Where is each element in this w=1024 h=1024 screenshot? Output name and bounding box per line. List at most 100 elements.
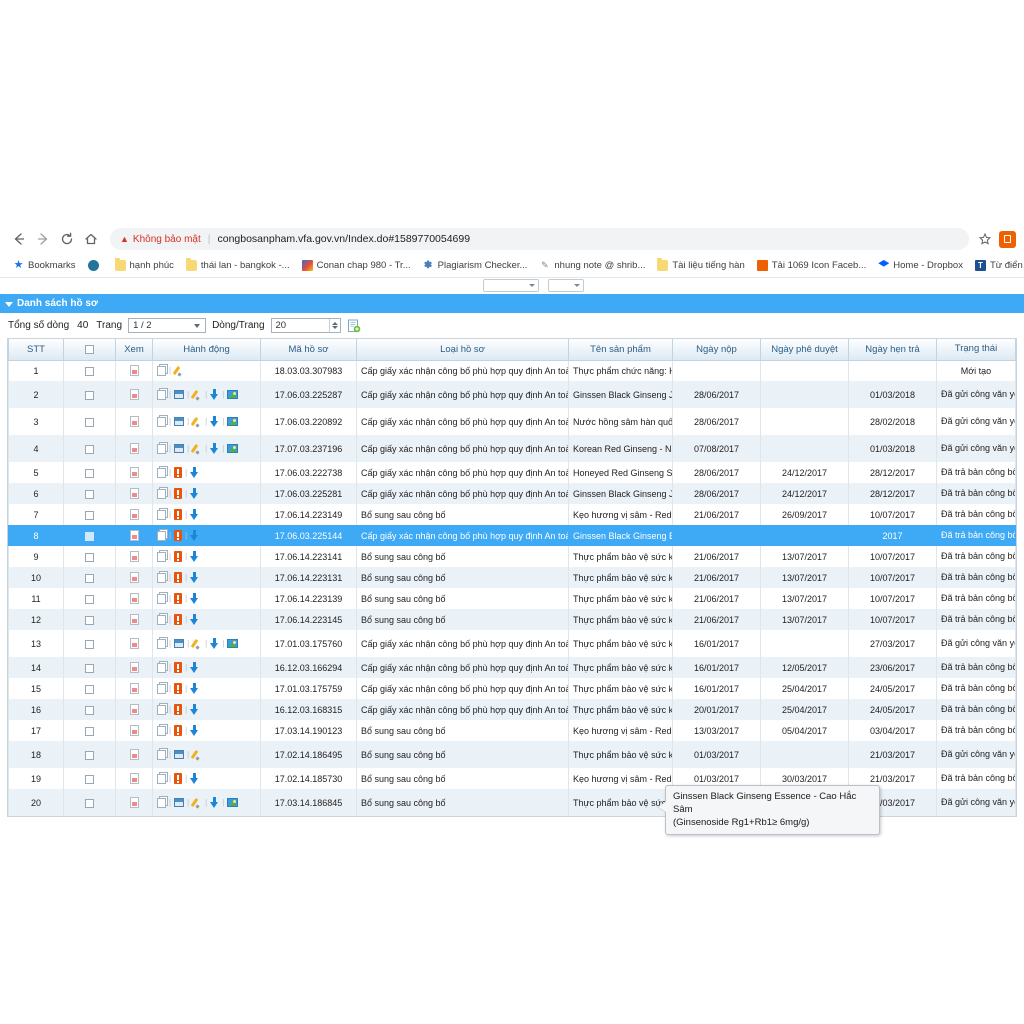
cell-ten-san-pham[interactable]: Thực phẩm bảo vệ sức kh... xyxy=(568,657,673,678)
cell-view[interactable] xyxy=(115,408,153,435)
table-row[interactable]: 13 | | | | 17.01.03.175760 Cấp giấy xác nhận c… xyxy=(8,630,1016,657)
view-document-icon[interactable] xyxy=(129,389,139,401)
download-icon[interactable] xyxy=(190,704,199,715)
copy-icon[interactable] xyxy=(157,683,166,694)
download-icon[interactable] xyxy=(190,488,199,499)
cell-view[interactable] xyxy=(115,630,153,657)
row-checkbox[interactable] xyxy=(85,552,94,562)
alert-icon[interactable] xyxy=(174,614,183,625)
download-icon[interactable] xyxy=(210,416,219,427)
view-document-icon[interactable] xyxy=(129,509,139,521)
cell-actions[interactable]: | | xyxy=(152,741,261,768)
cell-view[interactable] xyxy=(115,435,153,462)
image-icon[interactable] xyxy=(227,639,239,648)
cell-ten-san-pham[interactable]: Korean Red Ginseng - N... xyxy=(568,435,673,462)
row-checkbox[interactable] xyxy=(85,468,94,478)
table-row[interactable]: 15 | | 17.01.03.175759 Cấp giấy xác nhận côn… xyxy=(8,678,1016,699)
copy-icon[interactable] xyxy=(157,725,166,736)
table-row[interactable]: 6 | | 17.06.03.225281 Cấp giấy xác nhận công… xyxy=(8,483,1016,504)
view-document-icon[interactable] xyxy=(129,530,139,542)
view-document-icon[interactable] xyxy=(129,614,139,626)
copy-icon[interactable] xyxy=(157,638,166,649)
row-checkbox[interactable] xyxy=(85,663,94,673)
cell-ten-san-pham[interactable]: Thực phẩm bảo vệ sức kh... xyxy=(568,588,673,609)
image-icon[interactable] xyxy=(227,444,239,453)
cell-view[interactable] xyxy=(115,699,153,720)
image-icon[interactable] xyxy=(227,390,239,399)
cell-view[interactable] xyxy=(115,720,153,741)
page-select[interactable]: 1 / 2 xyxy=(128,318,207,333)
cell-view[interactable] xyxy=(115,504,153,525)
bookmark-item-tu-dien-tieng-han[interactable]: T Từ điển tiếng Hàn... xyxy=(969,260,1024,271)
cell-view[interactable] xyxy=(115,360,153,381)
table-row[interactable]: 1 | 18.03.03.307983 Cấp giấy xác nhận công … xyxy=(8,360,1016,381)
cell-view[interactable] xyxy=(115,609,153,630)
download-icon[interactable] xyxy=(190,725,199,736)
window-icon[interactable] xyxy=(174,444,185,453)
cell-checkbox[interactable] xyxy=(63,525,116,546)
column-header-ngay-phe-duyet[interactable]: Ngày phê duyệt xyxy=(760,339,849,361)
cell-actions[interactable]: | | xyxy=(152,720,261,741)
window-icon[interactable] xyxy=(174,639,185,648)
cell-ten-san-pham[interactable]: Thực phẩm bảo vệ sức kh... xyxy=(568,699,673,720)
download-icon[interactable] xyxy=(190,683,199,694)
download-icon[interactable] xyxy=(190,509,199,520)
row-checkbox[interactable] xyxy=(85,615,94,625)
cell-checkbox[interactable] xyxy=(63,435,116,462)
edit-pencil-icon[interactable] xyxy=(192,639,202,649)
cell-view[interactable] xyxy=(115,789,153,816)
row-checkbox[interactable] xyxy=(85,639,94,649)
view-document-icon[interactable] xyxy=(129,704,139,716)
alert-icon[interactable] xyxy=(174,725,183,736)
cell-actions[interactable]: | xyxy=(152,360,261,381)
window-icon[interactable] xyxy=(174,390,185,399)
cell-checkbox[interactable] xyxy=(63,588,116,609)
alert-icon[interactable] xyxy=(174,488,183,499)
stepper-arrows[interactable] xyxy=(328,319,340,332)
copy-icon[interactable] xyxy=(157,662,166,673)
alert-icon[interactable] xyxy=(174,593,183,604)
cell-checkbox[interactable] xyxy=(63,483,116,504)
view-document-icon[interactable] xyxy=(129,683,139,695)
copy-icon[interactable] xyxy=(157,467,166,478)
bookmark-star-icon[interactable] xyxy=(975,229,995,249)
row-checkbox[interactable] xyxy=(85,573,94,583)
cell-actions[interactable]: | | xyxy=(152,657,261,678)
stepper-down-icon[interactable] xyxy=(331,326,338,329)
image-icon[interactable] xyxy=(227,798,239,807)
cell-ten-san-pham[interactable]: Thực phẩm chức năng: HỒ... xyxy=(568,360,673,381)
cell-checkbox[interactable] xyxy=(63,360,116,381)
edit-pencil-icon[interactable] xyxy=(192,417,202,427)
column-header-trang-thai[interactable]: Trạng thái xyxy=(936,339,1016,361)
view-document-icon[interactable] xyxy=(129,797,139,809)
bookmark-item-tai-lieu-tieng-han[interactable]: Tài liệu tiếng hàn xyxy=(651,258,750,271)
view-document-icon[interactable] xyxy=(129,593,139,605)
forward-arrow-icon[interactable] xyxy=(32,228,54,250)
alert-icon[interactable] xyxy=(174,572,183,583)
download-icon[interactable] xyxy=(190,551,199,562)
bookmark-item-conan[interactable]: Conan chap 980 - Tr... xyxy=(296,260,417,271)
column-header-loai-ho-so[interactable]: Loại hồ sơ xyxy=(356,339,569,361)
cell-ten-san-pham[interactable]: Kẹo hương vị sâm - Red ... xyxy=(568,768,673,789)
row-checkbox[interactable] xyxy=(85,594,94,604)
copy-icon[interactable] xyxy=(157,443,166,454)
table-row[interactable]: 9 | | 17.06.14.223141 Bổ sung sau công bố Thự… xyxy=(8,546,1016,567)
cell-checkbox[interactable] xyxy=(63,462,116,483)
download-icon[interactable] xyxy=(190,773,199,784)
cell-checkbox[interactable] xyxy=(63,699,116,720)
window-icon[interactable] xyxy=(174,750,185,759)
bookmark-item-nhung-note[interactable]: ✎ nhung note @ shrib... xyxy=(533,260,651,271)
column-header-select-all[interactable] xyxy=(63,339,116,361)
download-icon[interactable] xyxy=(190,614,199,625)
bookmark-item-plagiarism[interactable]: ✽ Plagiarism Checker... xyxy=(417,260,534,271)
cell-actions[interactable]: | | xyxy=(152,567,261,588)
download-icon[interactable] xyxy=(210,638,219,649)
cell-actions[interactable]: | | xyxy=(152,525,261,546)
table-row[interactable]: 14 | | 16.12.03.166294 Cấp giấy xác nhận côn… xyxy=(8,657,1016,678)
alert-icon[interactable] xyxy=(174,704,183,715)
bookmark-item-thai-lan[interactable]: thái lan - bangkok -... xyxy=(180,258,296,271)
stepper-up-icon[interactable] xyxy=(331,322,338,325)
table-row[interactable]: 3 | | | | 17.06.03.220892 Cấp giấy xác nhận cô… xyxy=(8,408,1016,435)
cell-checkbox[interactable] xyxy=(63,630,116,657)
cell-actions[interactable]: | | xyxy=(152,462,261,483)
